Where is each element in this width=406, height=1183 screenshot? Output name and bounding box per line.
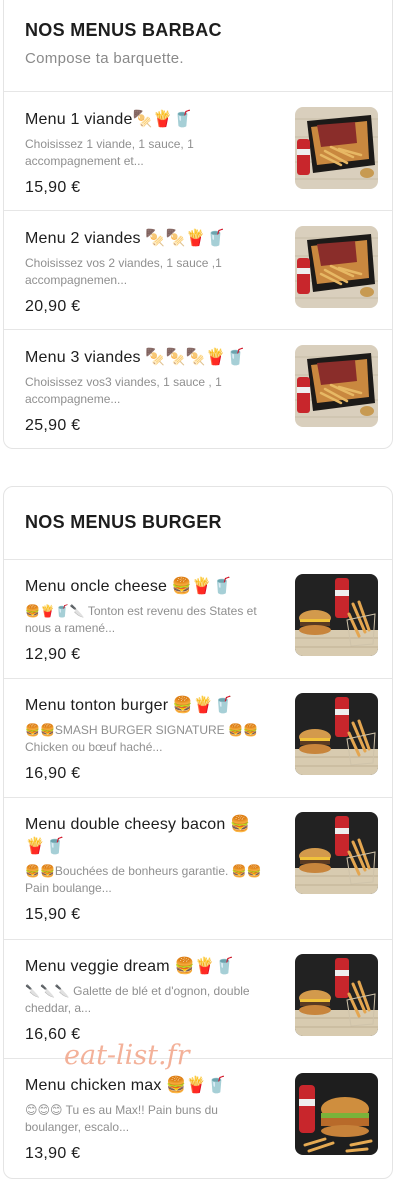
- item-name: Menu chicken max 🍔🍟🥤: [25, 1077, 227, 1094]
- menu-item-1-viande[interactable]: Menu 1 viande🍢🍟🥤 Choisissez 1 viande, 1 …: [4, 92, 392, 211]
- item-price: 20,90 €: [25, 298, 81, 315]
- item-name: Menu oncle cheese 🍔🍟🥤: [25, 578, 233, 595]
- section-title: NOS MENUS BURGER: [25, 512, 222, 532]
- menu-item-chicken-max[interactable]: Menu chicken max 🍔🍟🥤 😊😊😊 Tu es au Max!! …: [4, 1059, 392, 1178]
- section-header: NOS MENUS BURGER: [4, 487, 392, 560]
- burger-menu-image: [295, 693, 378, 775]
- menu-item-veggie-dream[interactable]: Menu veggie dream 🍔🍟🥤 🔪🔪🔪 Galette de blé…: [4, 940, 392, 1059]
- barbecue-box-image: [295, 226, 378, 308]
- item-description: 🍔🍔SMASH BURGER SIGNATURE 🍔🍔 Chicken ou b…: [25, 723, 258, 754]
- item-name: Menu 1 viande🍢🍟🥤: [25, 111, 193, 128]
- item-description: 🍔🍔Bouchées de bonheurs garantie. 🍔🍔 Pain…: [25, 864, 262, 895]
- item-name: Menu veggie dream 🍔🍟🥤: [25, 958, 235, 975]
- menu-item-oncle-cheese[interactable]: Menu oncle cheese 🍔🍟🥤 🍔🍟🥤🔪 Tonton est re…: [4, 560, 392, 679]
- burger-menu-section: NOS MENUS BURGER Menu oncle cheese 🍔🍟🥤 🍔…: [3, 486, 393, 1179]
- item-name: Menu double cheesy bacon 🍔🍟🥤: [25, 816, 251, 855]
- item-description: Choisissez 1 viande, 1 sauce, 1 accompag…: [25, 137, 194, 168]
- burger-menu-image: [295, 574, 378, 656]
- item-price: 12,90 €: [25, 646, 81, 663]
- section-header: NOS MENUS BARBAC Compose ta barquette.: [4, 0, 392, 92]
- item-price: 16,90 €: [25, 765, 81, 782]
- item-price: 15,90 €: [25, 906, 81, 923]
- item-description: 😊😊😊 Tu es au Max!! Pain buns du boulange…: [25, 1103, 218, 1134]
- barbecue-box-image: [295, 107, 378, 189]
- item-name: Menu tonton burger 🍔🍟🥤: [25, 697, 234, 714]
- menu-item-tonton-burger[interactable]: Menu tonton burger 🍔🍟🥤 🍔🍔SMASH BURGER SI…: [4, 679, 392, 798]
- item-price: 15,90 €: [25, 179, 81, 196]
- menu-item-double-cheesy-bacon[interactable]: Menu double cheesy bacon 🍔🍟🥤 🍔🍔Bouchées …: [4, 798, 392, 940]
- watermark: eat-list.fr: [64, 1040, 190, 1071]
- item-description: Choisissez vos 2 viandes, 1 sauce ,1 acc…: [25, 256, 222, 287]
- burger-menu-image: [295, 812, 378, 894]
- menu-item-2-viandes[interactable]: Menu 2 viandes 🍢🍢🍟🥤 Choisissez vos 2 via…: [4, 211, 392, 330]
- barbecue-box-image: [295, 345, 378, 427]
- barbac-menu-section: NOS MENUS BARBAC Compose ta barquette. M…: [3, 0, 393, 449]
- item-name: Menu 3 viandes 🍢🍢🍢🍟🥤: [25, 349, 247, 366]
- chicken-burger-image: [295, 1073, 378, 1155]
- item-price: 13,90 €: [25, 1145, 81, 1162]
- item-name: Menu 2 viandes 🍢🍢🍟🥤: [25, 230, 226, 247]
- item-description: 🍔🍟🥤🔪 Tonton est revenu des States et nou…: [25, 604, 257, 635]
- section-subtitle: Compose ta barquette.: [25, 50, 184, 67]
- item-price: 25,90 €: [25, 417, 81, 434]
- menu-item-3-viandes[interactable]: Menu 3 viandes 🍢🍢🍢🍟🥤 Choisissez vos3 via…: [4, 330, 392, 448]
- section-title: NOS MENUS BARBAC: [25, 20, 222, 40]
- burger-menu-image: [295, 954, 378, 1036]
- item-description: 🔪🔪🔪 Galette de blé et d'ognon, double ch…: [25, 984, 250, 1015]
- item-description: Choisissez vos3 viandes, 1 sauce , 1 acc…: [25, 375, 222, 406]
